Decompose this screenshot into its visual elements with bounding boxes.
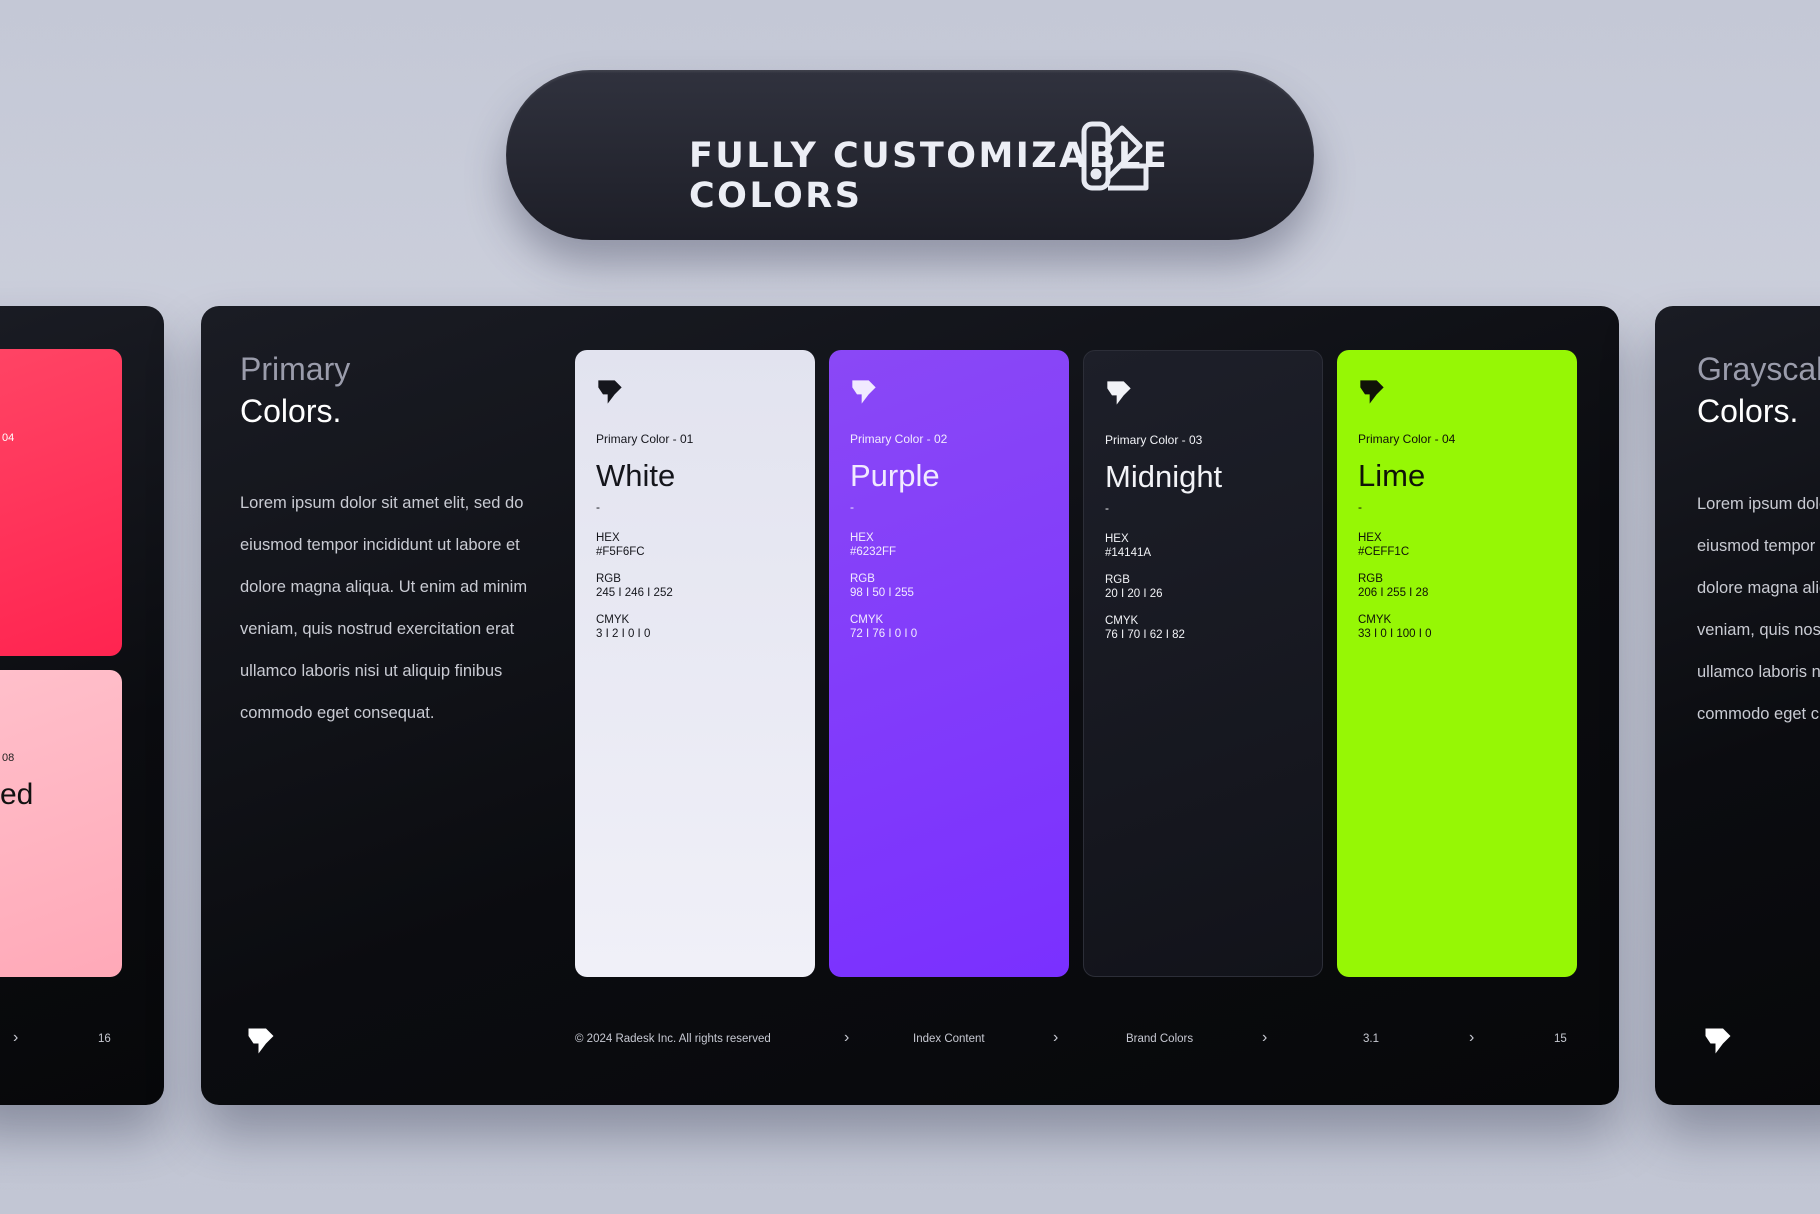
brand-logo-icon (1105, 379, 1133, 407)
brand-logo-icon (246, 1026, 276, 1056)
color-card-purple[interactable]: Primary Color - 02 Purple - HEX #6232FF R… (829, 350, 1069, 977)
cmyk-value: CMYK 33 I 0 I 100 I 0 (1358, 614, 1432, 640)
rgb-value: RGB 245 I 246 I 252 (596, 573, 673, 599)
divider-dash: - (596, 500, 600, 514)
color-label: Primary Color - 01 (596, 432, 694, 446)
banner: FULLY CUSTOMIZABLE COLORS (506, 70, 1314, 240)
hex-value: HEX #CEFF1C (1358, 532, 1410, 558)
hex-value: HEX #F5F6FC (596, 532, 645, 558)
color-name: White (596, 458, 676, 493)
rgb-value: RGB 206 I 255 I 28 (1358, 573, 1429, 599)
swatch-label: 08 (2, 752, 15, 764)
slide-title: Primary Colors. (240, 351, 351, 429)
color-card-white[interactable]: Primary Color - 01 White - HEX #F5F6FC RG… (575, 350, 815, 977)
description: Lorem ipsum dolo eiusmod tempor dolore mag… (1697, 495, 1820, 723)
slide-title: Grayscal Colors. (1697, 351, 1820, 429)
divider-dash: - (850, 500, 854, 514)
swatch-name: ed (0, 778, 34, 811)
swatch-label: 04 (2, 432, 15, 444)
brand-logo-icon (1703, 1026, 1733, 1056)
cmyk-value: CMYK 3 I 2 I 0 I 0 (596, 614, 651, 640)
rgb-value: RGB 20 I 20 I 26 (1105, 574, 1163, 600)
footer-index-link[interactable]: Index Content (913, 1033, 985, 1045)
red-swatch (0, 349, 122, 656)
pink-swatch (0, 670, 122, 977)
color-card-lime[interactable]: Primary Color - 04 Lime - HEX #CEFF1C RGB… (1337, 350, 1577, 977)
color-label: Primary Color - 04 (1358, 432, 1456, 446)
chevron-right-icon: › (1262, 1029, 1268, 1046)
primary-colors-slide: Primary Colors. Lorem ipsum dolor sit ame… (201, 306, 1619, 1105)
color-name: Midnight (1105, 459, 1223, 494)
brand-logo-icon (1358, 378, 1386, 406)
page-number: 16 (98, 1033, 111, 1045)
brand-logo-icon (596, 378, 624, 406)
rgb-value: RGB 98 I 50 I 255 (850, 573, 914, 599)
chevron-right-icon: › (844, 1029, 850, 1046)
cmyk-value: CMYK 76 I 70 I 62 I 82 (1105, 615, 1185, 641)
cmyk-value: CMYK 72 I 76 I 0 I 0 (850, 614, 918, 640)
footer-copyright: © 2024 Radesk Inc. All rights reserved (575, 1033, 771, 1045)
banner-title: FULLY CUSTOMIZABLE COLORS (689, 136, 1170, 216)
chevron-right-icon: › (1469, 1029, 1475, 1046)
footer-section-link[interactable]: Brand Colors (1126, 1033, 1193, 1045)
color-card-midnight[interactable]: Primary Color - 03 Midnight - HEX #14141A… (1083, 350, 1323, 977)
color-label: Primary Color - 02 (850, 432, 948, 446)
footer-section-number: 3.1 (1363, 1033, 1379, 1045)
description: Lorem ipsum dolor sit amet elit, sed do e… (240, 494, 528, 722)
brand-logo-icon (850, 378, 878, 406)
chevron-right-icon: › (1053, 1029, 1059, 1046)
color-name: Lime (1358, 458, 1426, 493)
previous-slide[interactable]: 04 08 ed › 16 (0, 306, 164, 1105)
page-number: 15 (1554, 1033, 1567, 1045)
hex-value: HEX #6232FF (850, 532, 897, 558)
next-slide[interactable]: Grayscal Colors. Lorem ipsum dolo eiusmod … (1655, 306, 1820, 1105)
divider-dash: - (1105, 501, 1109, 515)
hex-value: HEX #14141A (1105, 533, 1152, 559)
chevron-right-icon: › (13, 1029, 19, 1046)
color-label: Primary Color - 03 (1105, 433, 1203, 447)
divider-dash: - (1358, 500, 1362, 514)
color-name: Purple (850, 458, 940, 493)
